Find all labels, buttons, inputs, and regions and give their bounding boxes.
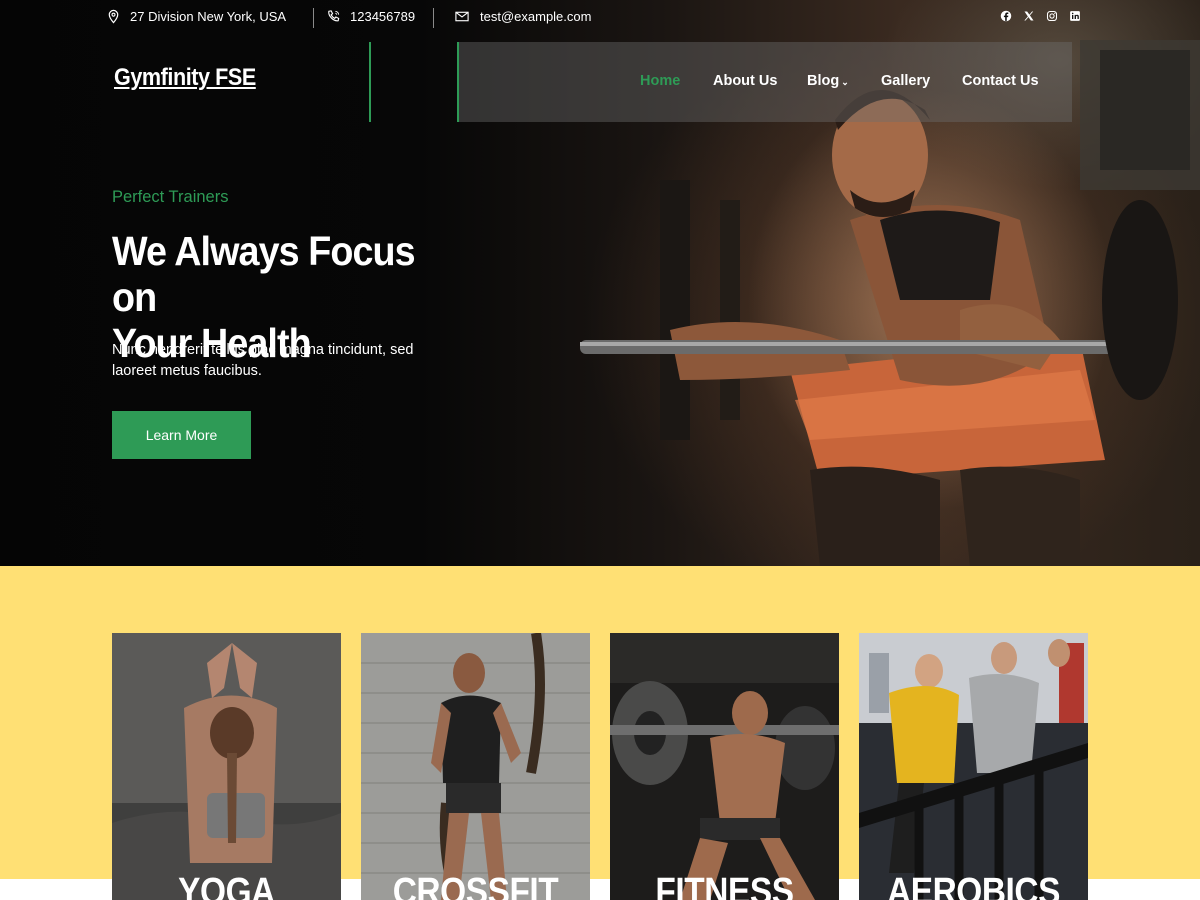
classes-section: YOGA CROSSFIT FITNESS AEROBICS: [0, 566, 1200, 900]
social-links: [1000, 10, 1081, 22]
fitness-photo: [610, 633, 839, 900]
email-info[interactable]: test@example.com: [453, 9, 591, 24]
facebook-icon[interactable]: [1000, 10, 1012, 22]
aerobics-photo: [859, 633, 1088, 900]
nav-item-home[interactable]: Home: [640, 73, 680, 89]
location-pin-icon: [108, 9, 119, 24]
hero-eyebrow: Perfect Trainers: [112, 188, 229, 206]
crossfit-photo: [361, 633, 590, 900]
yoga-photo: [112, 633, 341, 900]
instagram-icon[interactable]: [1046, 10, 1058, 22]
nav-item-blog-label: Blog: [807, 73, 840, 89]
x-icon[interactable]: [1023, 10, 1035, 22]
phone-icon: [328, 10, 340, 22]
chevron-down-icon: ⌄: [841, 77, 849, 87]
linkedin-icon[interactable]: [1069, 10, 1081, 22]
envelope-icon: [455, 11, 469, 22]
nav-accent-line: [457, 42, 459, 122]
class-card-aerobics[interactable]: AEROBICS: [859, 633, 1088, 900]
phone-info[interactable]: 123456789: [326, 9, 415, 24]
address-info: 27 Division New York, USA: [106, 9, 286, 24]
class-card-fitness[interactable]: FITNESS: [610, 633, 839, 900]
site-logo[interactable]: Gymfinity FSE: [114, 64, 256, 92]
class-card-label: AEROBICS: [886, 871, 1060, 900]
class-card-label: FITNESS: [655, 871, 794, 900]
top-info-bar: 27 Division New York, USA 123456789 test…: [0, 0, 1200, 36]
nav-item-contact-us[interactable]: Contact Us: [962, 73, 1039, 89]
class-card-crossfit[interactable]: CROSSFIT: [361, 633, 590, 900]
nav-item-about-us[interactable]: About Us: [713, 73, 777, 89]
hero-headline-line-1: We Always Focus on: [112, 228, 416, 320]
header-divider-line: [369, 42, 371, 122]
topbar-divider: [313, 8, 314, 28]
hero-section: 27 Division New York, USA 123456789 test…: [0, 0, 1200, 566]
learn-more-button[interactable]: Learn More: [112, 411, 251, 459]
class-card-label: YOGA: [178, 871, 275, 900]
nav-item-gallery[interactable]: Gallery: [881, 73, 930, 89]
nav-item-blog[interactable]: Blog ⌄: [807, 73, 849, 89]
email-text: test@example.com: [480, 9, 592, 24]
class-card-yoga[interactable]: YOGA: [112, 633, 341, 900]
topbar-divider: [433, 8, 434, 28]
address-text: 27 Division New York, USA: [130, 9, 287, 24]
phone-text: 123456789: [350, 9, 416, 24]
class-card-label: CROSSFIT: [392, 871, 559, 900]
hero-subtext: Nunc hendrerit tellus plac magna tincidu…: [112, 342, 414, 379]
